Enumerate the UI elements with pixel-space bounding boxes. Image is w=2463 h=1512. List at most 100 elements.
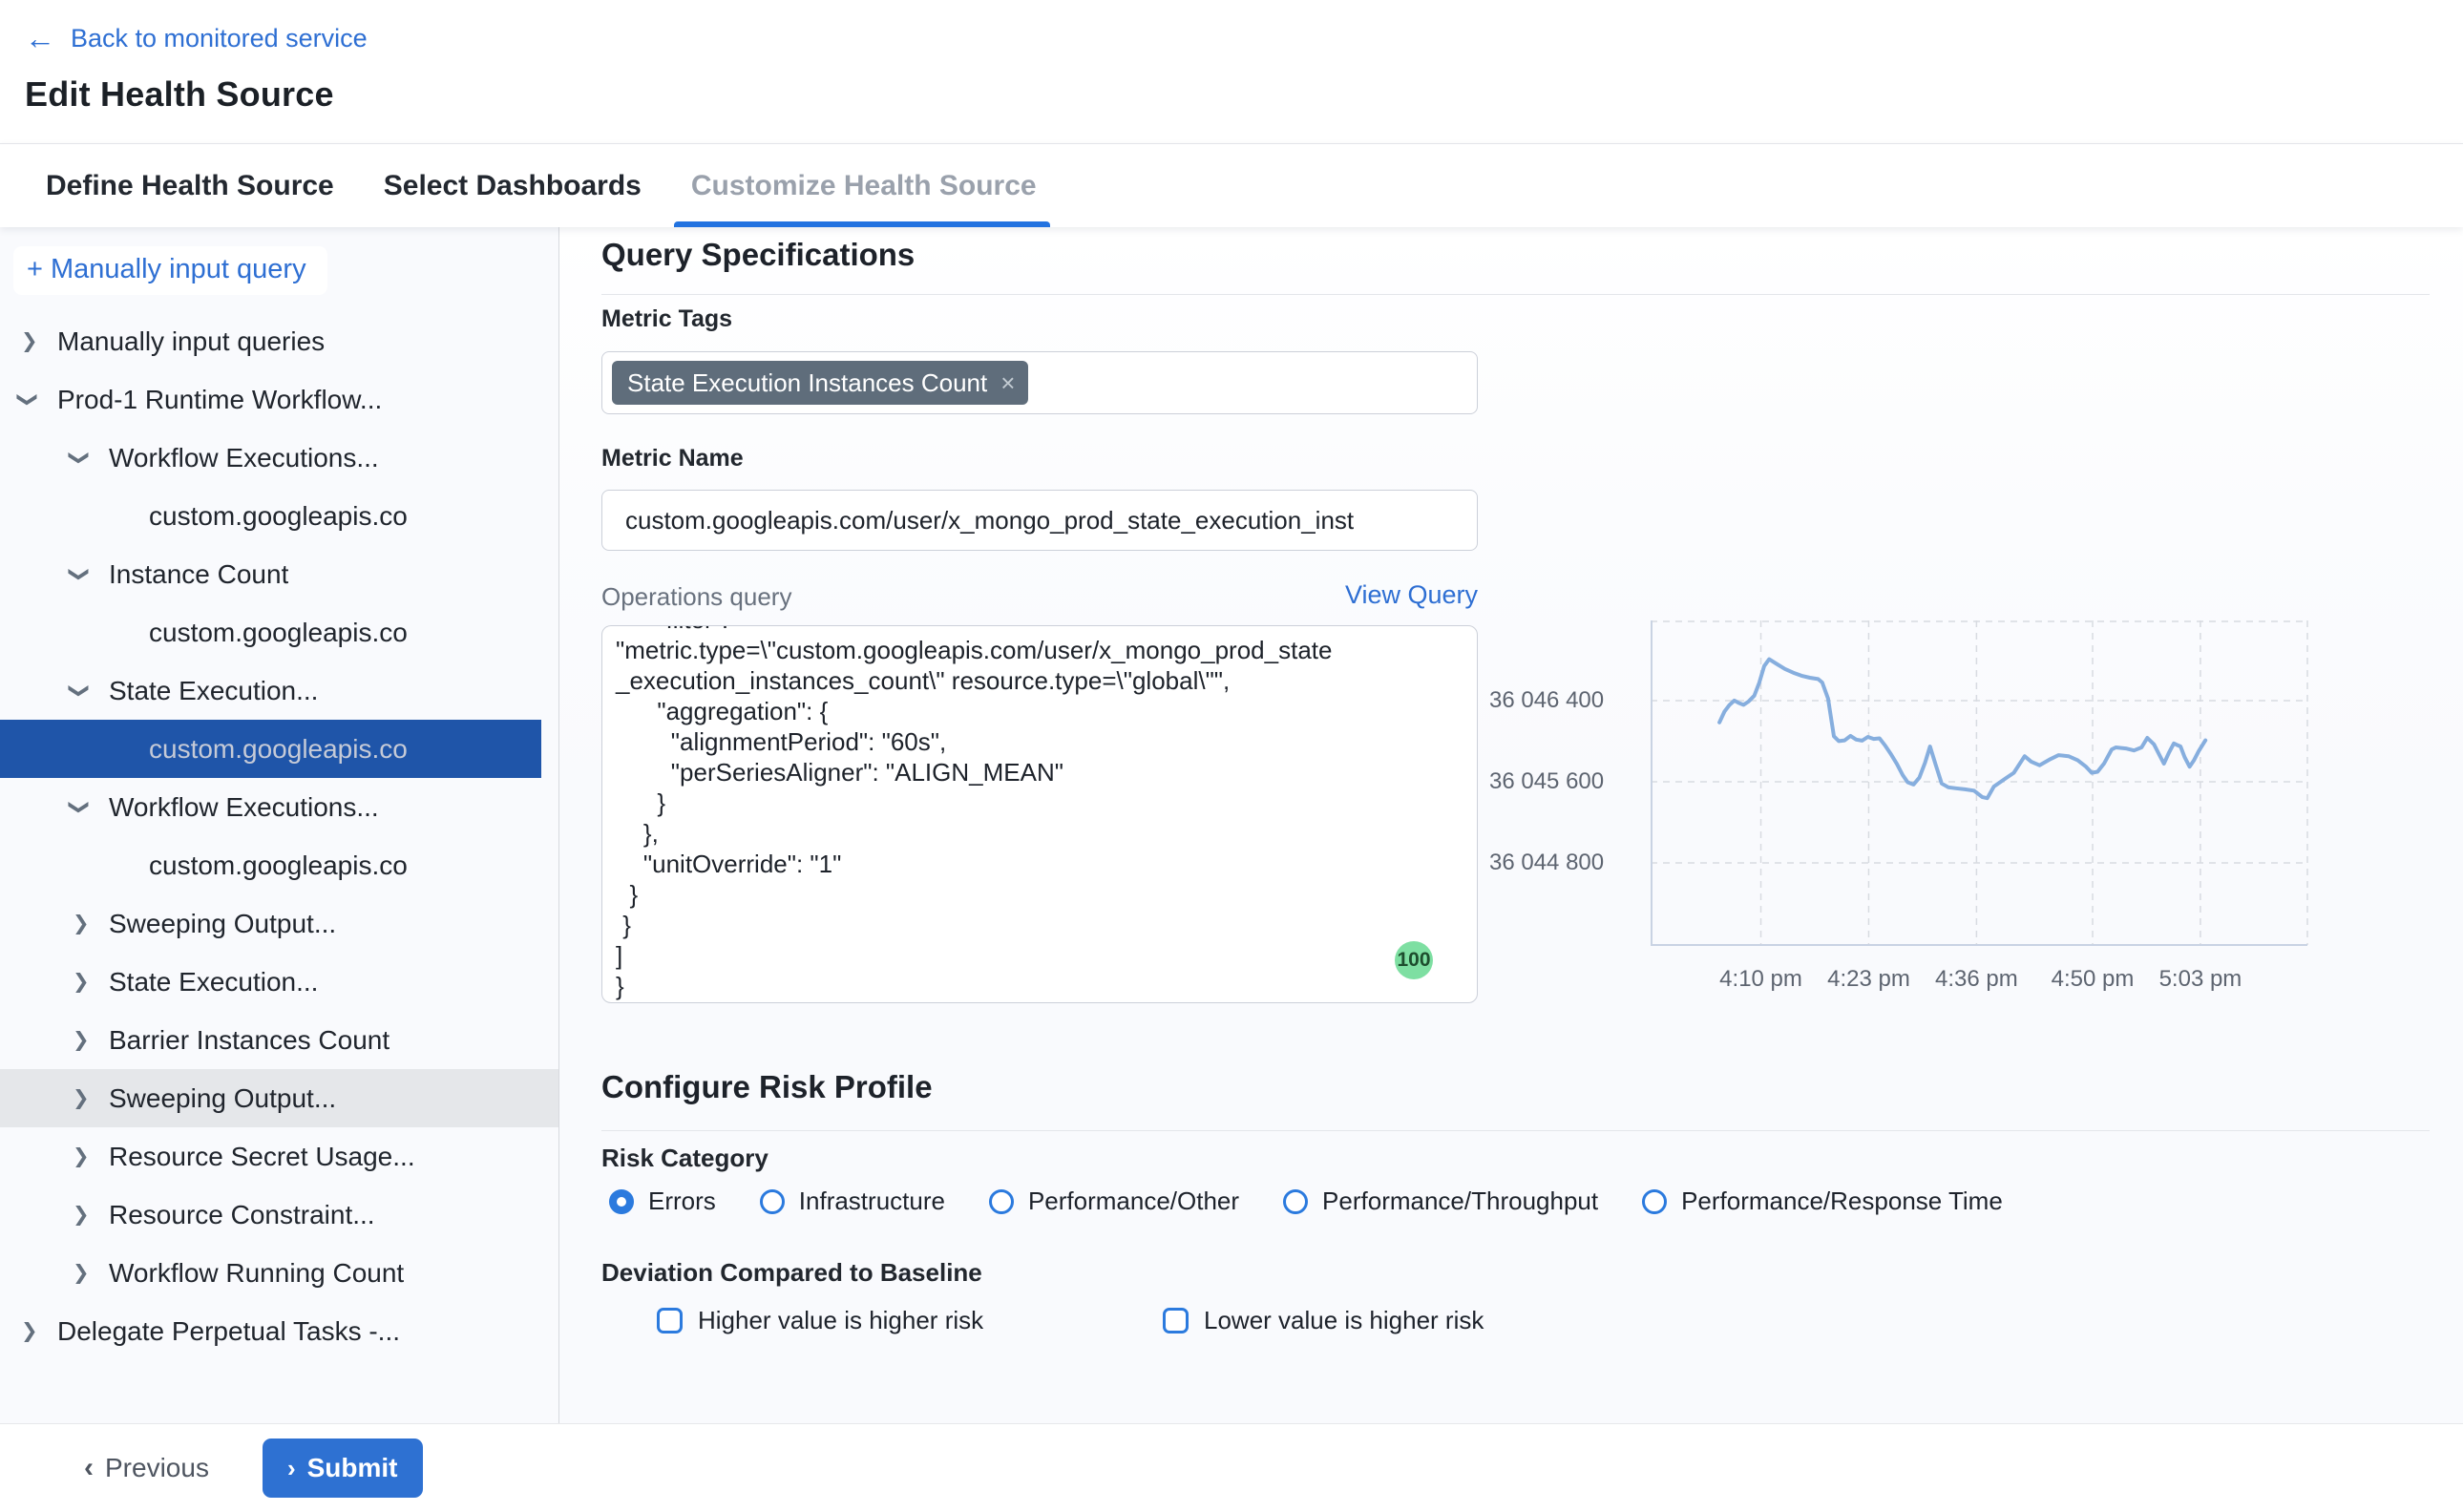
tree-item-resource-constraint[interactable]: ❯Resource Constraint... [0,1186,558,1244]
radio-icon[interactable] [760,1189,785,1214]
tree-item-state-execution[interactable]: ❯State Execution... [0,953,558,1011]
query-sidebar: + Manually input query ❯Manually input q… [0,227,559,1423]
tree-item-label: Manually input queries [57,326,325,357]
tree-item-workflow-executions[interactable]: ❯Workflow Executions... [0,429,558,487]
y-axis-tick-label: 36 045 600 [1489,768,1632,795]
previous-button[interactable]: ‹ Previous [84,1452,209,1484]
tab-define-health-source[interactable]: Define Health Source [46,144,334,227]
risk-radio-performance-response-time[interactable]: Performance/Response Time [1642,1186,2003,1216]
tree-item-label: Workflow Executions... [109,443,379,473]
risk-radio-errors[interactable]: Errors [609,1186,716,1216]
query-tree: ❯Manually input queries❯Prod-1 Runtime W… [0,312,558,1360]
operations-query-text: "filter": "metric.type=\"custom.googleap… [616,625,1463,1001]
deviation-label: Deviation Compared to Baseline [601,1258,982,1288]
x-axis-tick-label: 5:03 pm [2134,966,2267,993]
operations-query-textarea[interactable]: "filter": "metric.type=\"custom.googleap… [601,625,1478,1003]
tree-item-workflow-running-count[interactable]: ❯Workflow Running Count [0,1244,558,1302]
radio-icon[interactable] [609,1189,634,1214]
tree-item-custom-googleapis-co[interactable]: custom.googleapis.co [0,720,541,778]
submit-button-label: Submit [307,1453,398,1483]
tab-customize-health-source[interactable]: Customize Health Source [691,144,1037,227]
add-manual-query-button[interactable]: + Manually input query [13,246,327,295]
higher-value-checkbox-item[interactable]: Higher value is higher risk [657,1306,983,1335]
previous-button-label: Previous [105,1453,209,1483]
metric-name-input[interactable]: custom.googleapis.com/user/x_mongo_prod_… [601,490,1478,551]
chevron-right-icon[interactable]: ❯ [73,912,109,935]
tree-item-label: Workflow Executions... [109,792,379,823]
tree-item-custom-googleapis-co[interactable]: custom.googleapis.co [0,836,558,894]
risk-radio-performance-throughput[interactable]: Performance/Throughput [1283,1186,1598,1216]
radio-icon[interactable] [1283,1189,1308,1214]
risk-category-label: Risk Category [601,1144,768,1173]
tab-bar: Define Health Source Select Dashboards Cus… [0,143,2463,227]
edit-health-source-page: ← Back to monitored service Edit Health … [0,0,2463,1512]
tree-item-custom-googleapis-co[interactable]: custom.googleapis.co [0,487,558,545]
page-header: ← Back to monitored service Edit Health … [0,0,2463,143]
radio-label: Infrastructure [799,1186,945,1216]
metric-tag-chip[interactable]: State Execution Instances Count × [612,361,1028,405]
tree-item-label: Workflow Running Count [109,1258,404,1289]
chevron-down-icon[interactable]: ❯ [71,795,107,819]
tree-item-barrier-instances-count[interactable]: ❯Barrier Instances Count [0,1011,558,1069]
lower-value-checkbox[interactable] [1163,1308,1189,1334]
chevron-right-icon[interactable]: ❯ [73,1261,109,1285]
radio-label: Performance/Other [1028,1186,1239,1216]
tree-item-label: custom.googleapis.co [149,734,408,765]
tree-item-label: Sweeping Output... [109,909,336,939]
tree-item-manually-input-queries[interactable]: ❯Manually input queries [0,312,558,370]
chevron-left-icon: ‹ [84,1452,94,1484]
remove-tag-icon[interactable]: × [1000,370,1015,395]
higher-value-checkbox[interactable] [657,1308,683,1334]
chevron-down-icon[interactable]: ❯ [71,446,107,470]
chevron-down-icon[interactable]: ❯ [71,562,107,586]
tab-select-dashboards[interactable]: Select Dashboards [384,144,642,227]
chevron-right-icon[interactable]: ❯ [73,1144,109,1168]
tree-item-workflow-executions[interactable]: ❯Workflow Executions... [0,778,558,836]
tree-item-custom-googleapis-co[interactable]: custom.googleapis.co [0,603,558,662]
chevron-right-icon[interactable]: ❯ [21,1319,57,1343]
chevron-right-icon[interactable]: ❯ [73,1086,109,1110]
radio-icon[interactable] [1642,1189,1667,1214]
risk-radio-infrastructure[interactable]: Infrastructure [760,1186,945,1216]
tree-item-resource-secret-usage[interactable]: ❯Resource Secret Usage... [0,1127,558,1186]
query-specifications-heading: Query Specifications [601,237,915,273]
view-query-link[interactable]: View Query [601,580,1478,610]
metric-tags-input[interactable]: State Execution Instances Count × [601,351,1478,414]
tree-item-delegate-perpetual-tasks[interactable]: ❯Delegate Perpetual Tasks -... [0,1302,558,1360]
lower-value-label: Lower value is higher risk [1204,1306,1484,1335]
x-axis-tick-label: 4:36 pm [1909,966,2043,993]
tree-item-sweeping-output[interactable]: ❯Sweeping Output... [0,894,558,953]
tree-item-instance-count[interactable]: ❯Instance Count [0,545,558,603]
back-link-label: Back to monitored service [71,24,368,53]
tree-item-label: Barrier Instances Count [109,1025,389,1056]
radio-label: Errors [648,1186,716,1216]
y-axis-tick-label: 36 044 800 [1489,850,1632,876]
tree-item-label: custom.googleapis.co [149,618,408,648]
submit-button[interactable]: › Submit [263,1438,423,1498]
chevron-down-icon[interactable]: ❯ [19,388,55,411]
tree-item-label: Prod-1 Runtime Workflow... [57,385,382,415]
radio-icon[interactable] [989,1189,1014,1214]
metric-tag-label: State Execution Instances Count [627,368,987,398]
content-area: + Manually input query ❯Manually input q… [0,227,2463,1423]
tree-item-label: Resource Constraint... [109,1200,375,1230]
lower-value-checkbox-item[interactable]: Lower value is higher risk [1163,1306,1484,1335]
wizard-footer: ‹ Previous › Submit [0,1423,2463,1512]
configure-risk-profile-heading: Configure Risk Profile [601,1069,933,1105]
chevron-down-icon[interactable]: ❯ [71,679,107,703]
section-divider [601,1130,2430,1131]
back-link[interactable]: ← Back to monitored service [25,23,2463,53]
chevron-right-icon[interactable]: ❯ [21,329,57,353]
metric-tags-label: Metric Tags [601,305,732,333]
chevron-right-icon[interactable]: ❯ [73,1203,109,1227]
risk-radio-performance-other[interactable]: Performance/Other [989,1186,1239,1216]
tree-item-sweeping-output[interactable]: ❯Sweeping Output... [0,1069,558,1127]
radio-label: Performance/Response Time [1681,1186,2003,1216]
page-title: Edit Health Source [25,74,2463,115]
chevron-right-icon[interactable]: ❯ [73,970,109,994]
chevron-right-icon[interactable]: ❯ [73,1028,109,1052]
tree-item-label: Delegate Perpetual Tasks -... [57,1316,400,1347]
y-axis-tick-label: 36 046 400 [1489,687,1632,714]
tree-item-state-execution[interactable]: ❯State Execution... [0,662,558,720]
tree-item-prod-1-runtime-workflow[interactable]: ❯Prod-1 Runtime Workflow... [0,370,558,429]
